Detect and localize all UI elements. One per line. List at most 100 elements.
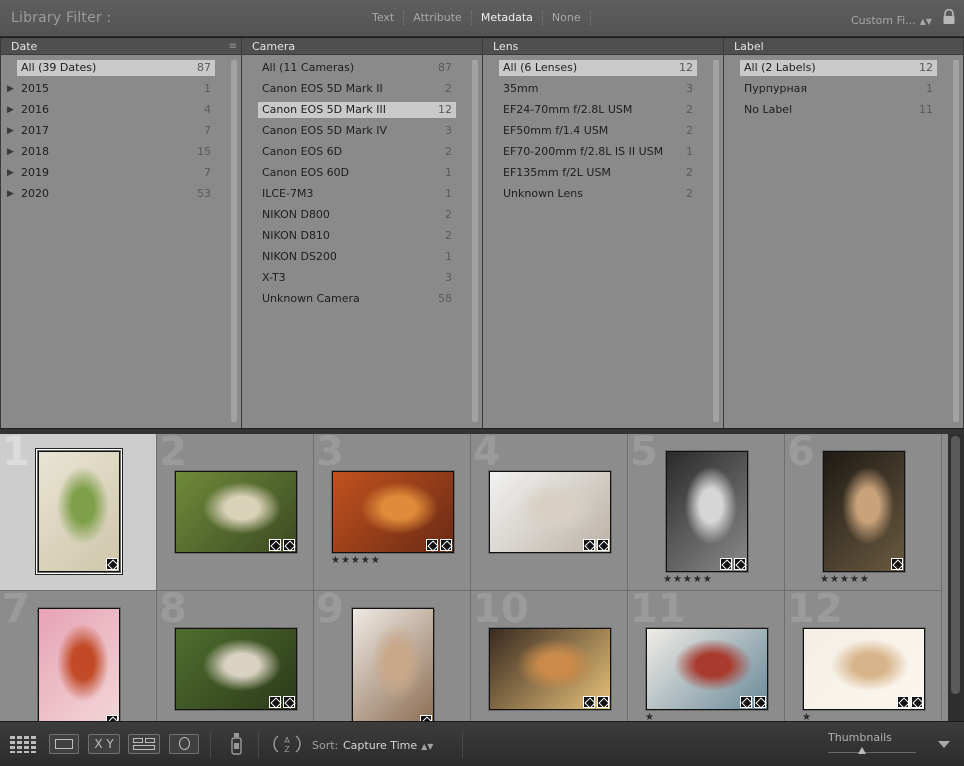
people-view-icon[interactable] (169, 734, 199, 754)
grid-cell[interactable]: 4 (471, 434, 628, 591)
grid-cell[interactable]: 1 (0, 434, 157, 591)
grid-cell[interactable]: 10 (471, 589, 628, 721)
list-item[interactable]: Пурпурная 1 (724, 79, 949, 100)
toolbar-menu-icon[interactable] (938, 741, 950, 748)
list-item[interactable]: Unknown Lens 2 (483, 184, 709, 205)
column-header[interactable]: Lens (483, 38, 723, 55)
disclosure-triangle-icon[interactable]: ▶ (7, 165, 14, 181)
sort-select[interactable]: Capture Time ▲▼ (343, 739, 433, 752)
scrollbar-thumb[interactable] (951, 436, 960, 694)
grid-view-icon[interactable] (9, 734, 39, 754)
list-item[interactable]: NIKON DS200 1 (242, 247, 468, 268)
edit-badge-icon[interactable] (897, 696, 909, 708)
keyword-badge-icon[interactable] (283, 696, 295, 708)
list-item[interactable]: Canon EOS 6D 2 (242, 142, 468, 163)
filter-preset-select[interactable]: Custom Fi... ▲▼ (851, 14, 932, 27)
list-item[interactable]: Canon EOS 5D Mark III 12 (242, 100, 468, 121)
keyword-badge-icon[interactable] (911, 696, 923, 708)
list-item[interactable]: ▶ 2016 4 (1, 100, 227, 121)
disclosure-triangle-icon[interactable]: ▶ (7, 144, 14, 160)
lock-icon[interactable] (942, 9, 956, 25)
tab-text[interactable]: Text (358, 11, 403, 25)
list-item[interactable]: NIKON D810 2 (242, 226, 468, 247)
keyword-badge-icon[interactable] (891, 558, 903, 570)
grid-cell[interactable]: 12 ★ (785, 589, 942, 721)
tab-metadata[interactable]: Metadata (470, 11, 542, 25)
column-header[interactable]: Date ≡ (1, 38, 241, 55)
list-item[interactable]: 35mm 3 (483, 79, 709, 100)
keyword-badge-icon[interactable] (597, 539, 609, 551)
list-item[interactable]: ▶ 2018 15 (1, 142, 227, 163)
sort-az-icon[interactable]: A Z (272, 732, 302, 756)
keyword-badge-icon[interactable] (283, 539, 295, 551)
list-item[interactable]: No Label 11 (724, 100, 949, 121)
list-item[interactable]: All (2 Labels) 12 (724, 58, 949, 79)
edit-badge-icon[interactable] (426, 539, 438, 551)
loupe-view-icon[interactable] (49, 734, 79, 754)
star-rating[interactable]: ★★★★★ (331, 555, 381, 566)
star-rating[interactable]: ★ (645, 712, 655, 721)
edit-badge-icon[interactable] (583, 696, 595, 708)
disclosure-triangle-icon[interactable]: ▶ (7, 123, 14, 139)
grid-cell[interactable]: 11 ★ (628, 589, 785, 721)
column-scrollbar[interactable] (231, 60, 237, 422)
column-scrollbar[interactable] (472, 60, 478, 422)
grid-cell[interactable]: 8 (157, 589, 314, 721)
keyword-badge-icon[interactable] (440, 539, 452, 551)
photo-thumbnail[interactable] (666, 451, 748, 572)
grid-cell[interactable]: 3 ★★★★★ (314, 434, 471, 591)
grid-cell[interactable]: 5 ★★★★★ (628, 434, 785, 591)
keyword-badge-icon[interactable] (754, 696, 766, 708)
disclosure-triangle-icon[interactable]: ▶ (7, 102, 14, 118)
list-item[interactable]: ▶ 2017 7 (1, 121, 227, 142)
photo-thumbnail[interactable] (823, 451, 905, 572)
photo-thumbnail[interactable] (38, 451, 120, 572)
grid-scrollbar[interactable] (948, 434, 964, 721)
spray-can-icon[interactable] (229, 732, 245, 756)
list-item[interactable]: Canon EOS 5D Mark II 2 (242, 79, 468, 100)
list-item[interactable]: EF50mm f/1.4 USM 2 (483, 121, 709, 142)
grid-cell[interactable]: 9 (314, 589, 471, 721)
list-item[interactable]: ▶ 2019 7 (1, 163, 227, 184)
edit-badge-icon[interactable] (269, 696, 281, 708)
star-rating[interactable]: ★★★★★ (663, 574, 713, 585)
photo-thumbnail[interactable] (38, 608, 120, 721)
list-item[interactable]: All (6 Lenses) 12 (483, 58, 709, 79)
disclosure-triangle-icon[interactable]: ▶ (7, 186, 14, 202)
star-rating[interactable]: ★★★★★ (820, 574, 870, 585)
tab-attribute[interactable]: Attribute (403, 11, 471, 25)
list-item[interactable]: ▶ 2015 1 (1, 79, 227, 100)
column-scrollbar[interactable] (713, 60, 719, 422)
list-item[interactable]: All (11 Cameras) 87 (242, 58, 468, 79)
disclosure-triangle-icon[interactable]: ▶ (7, 81, 14, 97)
star-rating[interactable]: ★ (802, 712, 812, 721)
thumbnail-size-slider[interactable] (828, 747, 916, 756)
list-item[interactable]: EF24-70mm f/2.8L USM 2 (483, 100, 709, 121)
keyword-badge-icon[interactable] (106, 558, 118, 570)
edit-badge-icon[interactable] (583, 539, 595, 551)
list-item[interactable]: ILCE-7M3 1 (242, 184, 468, 205)
tab-none[interactable]: None (541, 11, 591, 25)
column-header[interactable]: Camera (242, 38, 482, 55)
survey-view-icon[interactable] (128, 734, 160, 754)
grid-cell[interactable]: 2 (157, 434, 314, 591)
edit-badge-icon[interactable] (740, 696, 752, 708)
grid-cell[interactable]: 6 ★★★★★ (785, 434, 942, 591)
list-item[interactable]: NIKON D800 2 (242, 205, 468, 226)
list-item[interactable]: Unknown Camera 58 (242, 289, 468, 310)
edit-badge-icon[interactable] (269, 539, 281, 551)
compare-view-button[interactable]: X Y (88, 734, 120, 754)
list-item[interactable]: Canon EOS 5D Mark IV 3 (242, 121, 468, 142)
photo-thumbnail[interactable] (352, 608, 434, 721)
list-item[interactable]: EF70-200mm f/2.8L IS II USM 1 (483, 142, 709, 163)
slider-knob[interactable] (858, 747, 866, 754)
column-header[interactable]: Label (724, 38, 963, 55)
keyword-badge-icon[interactable] (734, 558, 746, 570)
keyword-badge-icon[interactable] (597, 696, 609, 708)
list-item[interactable]: EF135mm f/2L USM 2 (483, 163, 709, 184)
list-item[interactable]: Canon EOS 60D 1 (242, 163, 468, 184)
column-scrollbar[interactable] (953, 60, 959, 422)
list-item[interactable]: All (39 Dates) 87 (1, 58, 227, 79)
column-menu-icon[interactable]: ≡ (229, 38, 237, 55)
grid-cell[interactable]: 7 (0, 589, 157, 721)
